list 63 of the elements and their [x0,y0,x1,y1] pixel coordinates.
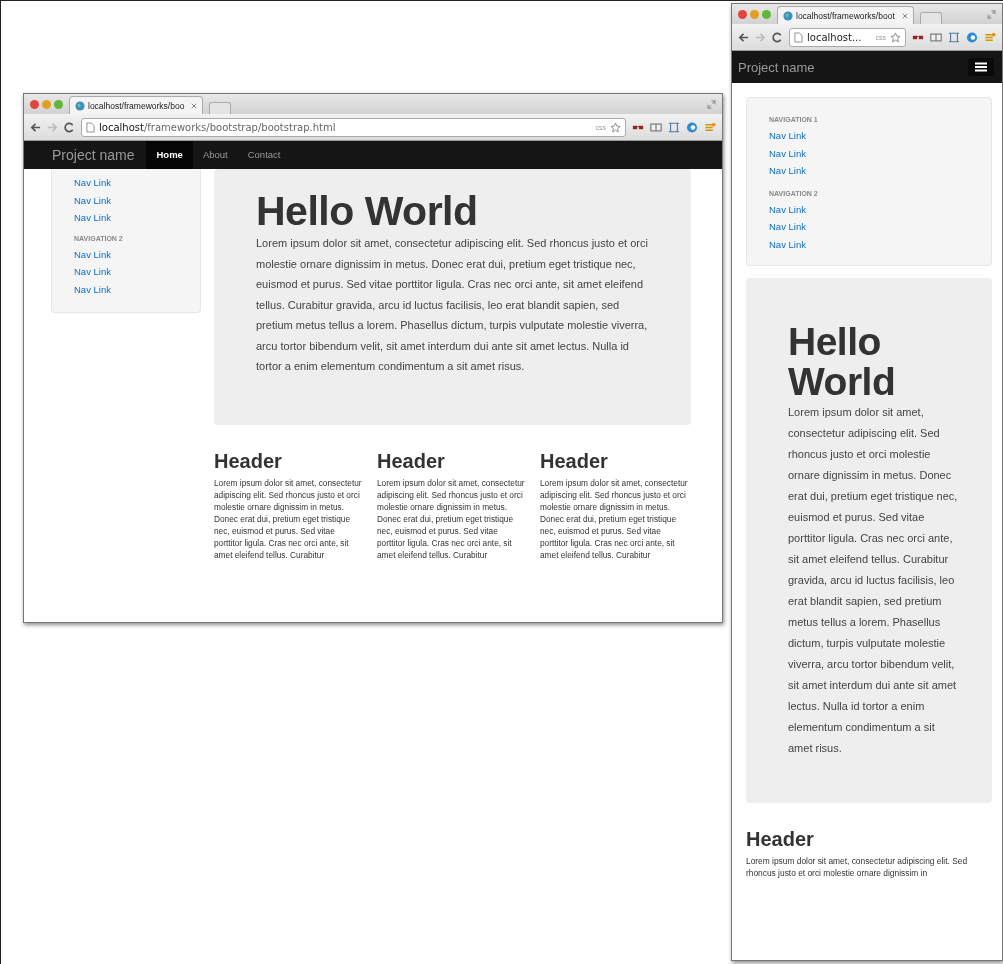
reload-icon[interactable] [772,31,783,43]
brand-link[interactable]: Project name [52,147,135,163]
column-text: Lorem ipsum dolor sit amet, consectetur adipiscing elit. Sed rhoncus justo et orci molestie ornare dignissim in metus. Donec erat dui, pretium eget tristique nec, euismod et purus. Sed vitae porttitor ligula. Cras nec orci ante, sit amet eleifend tellus. Curabitur [377,476,526,561]
browser-tab[interactable]: localhost/frameworks/boot [777,6,914,24]
nav-item[interactable]: Home [146,141,193,169]
star-icon[interactable] [610,121,621,133]
browser-tab[interactable]: localhost/frameworks/boo [69,96,204,114]
page-icon [794,31,803,43]
stack-icon[interactable] [984,31,996,43]
expand-icon[interactable] [987,9,996,19]
url-text: localhost... [807,31,862,43]
column-text: Lorem ipsum dolor sit amet, consectetur adipiscing elit. Sed rhoncus justo et orci molestie ornare dignissim in metus. Donec erat dui, pretium eget tristique nec, euismod et purus. Sed vitae porttitor ligula. Cras nec orci ante, sit amet eleifend tellus. Curabitur [540,476,689,561]
reader-icon[interactable] [650,121,662,133]
nav-link[interactable]: Nav Link [74,245,200,263]
minimize-button[interactable] [42,99,51,109]
close-icon[interactable] [901,12,908,19]
zoom-button[interactable] [762,9,771,19]
column-header: Header [540,448,609,474]
nav-link[interactable]: Nav Link [769,144,991,162]
hero-text: Lorem ipsum dolor sit amet, consectetur adipiscing elit. Sed rhoncus justo et orci molestie ornare dignissim in metus. Donec erat dui, pretium eget tristique nec, euismod et purus. Sed vitae porttitor ligula. Cras nec orci ante, sit amet eleifend tellus. Curabitur gravida, arcu id luctus facilisis, leo erat blandit sapien, sed pretium metus tellus a lorem. Phasellus dictum, turpis vulputate molestie viverra, arcu tortor bibendum velit, sit amet interdum dui ante sit amet lectus. Nulla id tortor a enim elementum condimentum a sit amet risus. [788,405,958,756]
column-header: Header [377,448,446,474]
reader-icon[interactable] [930,31,942,43]
minimize-button[interactable] [750,9,759,19]
page-icon [86,121,95,133]
back-arrow-icon[interactable] [30,121,41,133]
column-text: Lorem ipsum dolor sit amet, consectetur adipiscing elit. Sed rhoncus justo et orci molestie ornare dignissim in [746,855,969,879]
zoom-button[interactable] [54,99,63,109]
nav-link[interactable]: Nav Link [74,174,200,192]
hero-title: Hello World [256,189,479,233]
brand-link[interactable]: Project name [738,59,815,75]
nav-link[interactable]: Nav Link [74,263,200,281]
new-tab-button[interactable] [209,102,232,114]
column-text: Lorem ipsum dolor sit amet, consectetur adipiscing elit. Sed rhoncus justo et orci molestie ornare dignissim in metus. Donec erat dui, pretium eget tristique nec, euismod et purus. Sed vitae porttitor ligula. Cras nec orci ante, sit amet eleifend tellus. Curabitur [214,476,363,561]
nav-link[interactable]: Nav Link [769,127,991,145]
hero-text: Lorem ipsum dolor sit amet, consectetur adipiscing elit. Sed rhoncus justo et orci molestie ornare dignissim in metus. Donec erat dui, pretium eget tristique nec, euismod et purus. Sed vitae porttitor ligula. Cras nec orci ante, sit amet eleifend tellus. Curabitur gravida, arcu id luctus facilisis, leo erat blandit sapien, sed pretium metus tellus a lorem. Phasellus dictum, turpis vulputate molestie viverra, arcu tortor bibendum velit, sit amet interdum dui ante sit amet lectus. Nulla id tortor a enim elementum condimentum a sit amet risus. [256,236,649,374]
star-icon[interactable] [890,31,901,43]
nav-item[interactable]: About [192,141,238,169]
close-icon[interactable] [191,102,198,109]
nav-link[interactable]: Nav Link [769,218,991,236]
url-text: localhost/frameworks/bootstrap/bootstrap.html [99,121,336,133]
nav-link[interactable]: Nav Link [769,235,991,253]
tab-title: localhost/frameworks/boo [88,100,185,111]
bracket-icon[interactable] [948,31,960,43]
nav-link[interactable]: Nav Link [769,200,991,218]
expand-icon[interactable] [707,99,716,109]
close-button[interactable] [738,9,747,19]
nav-link[interactable]: Nav Link [74,191,200,209]
column-header: Header [746,827,815,852]
hero-title: Hello World [788,322,897,402]
bracket-icon[interactable] [668,121,680,133]
stack-icon[interactable] [704,121,716,133]
column-header: Header [214,448,283,474]
tab-title: localhost/frameworks/boot [796,10,895,21]
close-button[interactable] [30,99,39,109]
menu-button[interactable] [968,58,994,76]
nav-link[interactable]: Nav Link [74,209,200,227]
new-tab-button[interactable] [919,12,942,24]
menu-icon [975,62,987,72]
reload-icon[interactable] [64,121,75,133]
back-arrow-icon[interactable] [738,31,749,43]
nav-link[interactable]: Nav Link [74,280,200,298]
nav-item[interactable]: Contact [237,141,291,169]
nav-link[interactable]: Nav Link [769,162,991,180]
